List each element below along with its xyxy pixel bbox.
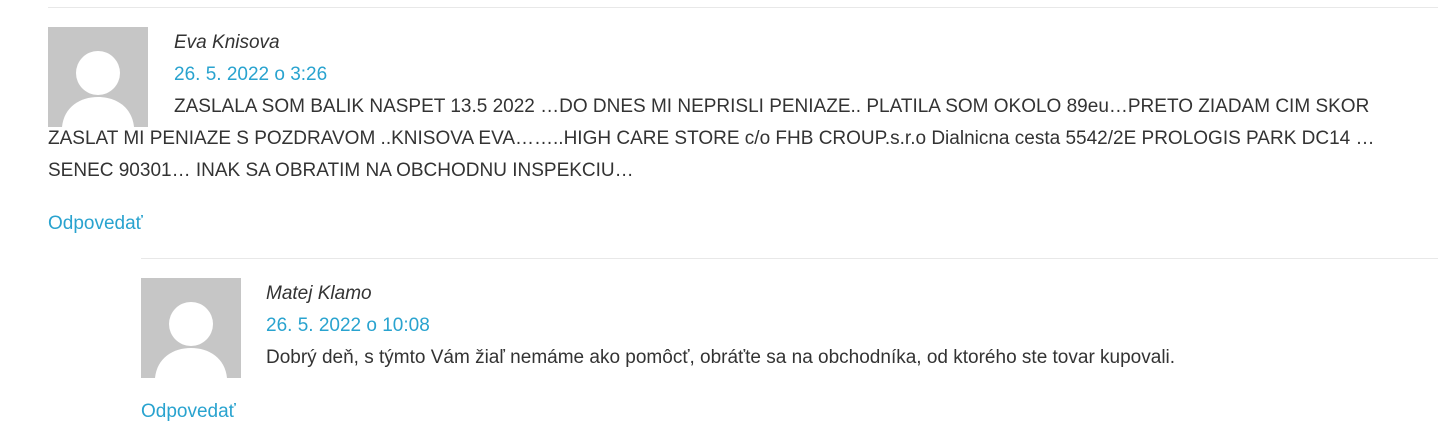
comment-text: ZASLALA SOM BALIK NASPET 13.5 2022 …DO D… (48, 96, 1375, 181)
comment-matej-klamo: Matej Klamo 26. 5. 2022 o 10:08 Dobrý de… (141, 258, 1438, 422)
comment-author: Matej Klamo (266, 283, 372, 304)
user-silhouette-icon (155, 302, 227, 378)
reply-link[interactable]: Odpovedať (48, 208, 143, 240)
comment-eva-knisova: Eva Knisova 26. 5. 2022 o 3:26 ZASLALA S… (48, 7, 1438, 234)
comment-date-link[interactable]: 26. 5. 2022 o 10:08 (266, 310, 430, 342)
reply-link[interactable]: Odpovedať (141, 396, 236, 428)
comment-text: Dobrý deň, s týmto Vám žiaľ nemáme ako p… (266, 347, 1176, 368)
comment-date-link[interactable]: 26. 5. 2022 o 3:26 (174, 59, 327, 91)
comment-author: Eva Knisova (174, 32, 280, 53)
avatar (141, 278, 241, 378)
